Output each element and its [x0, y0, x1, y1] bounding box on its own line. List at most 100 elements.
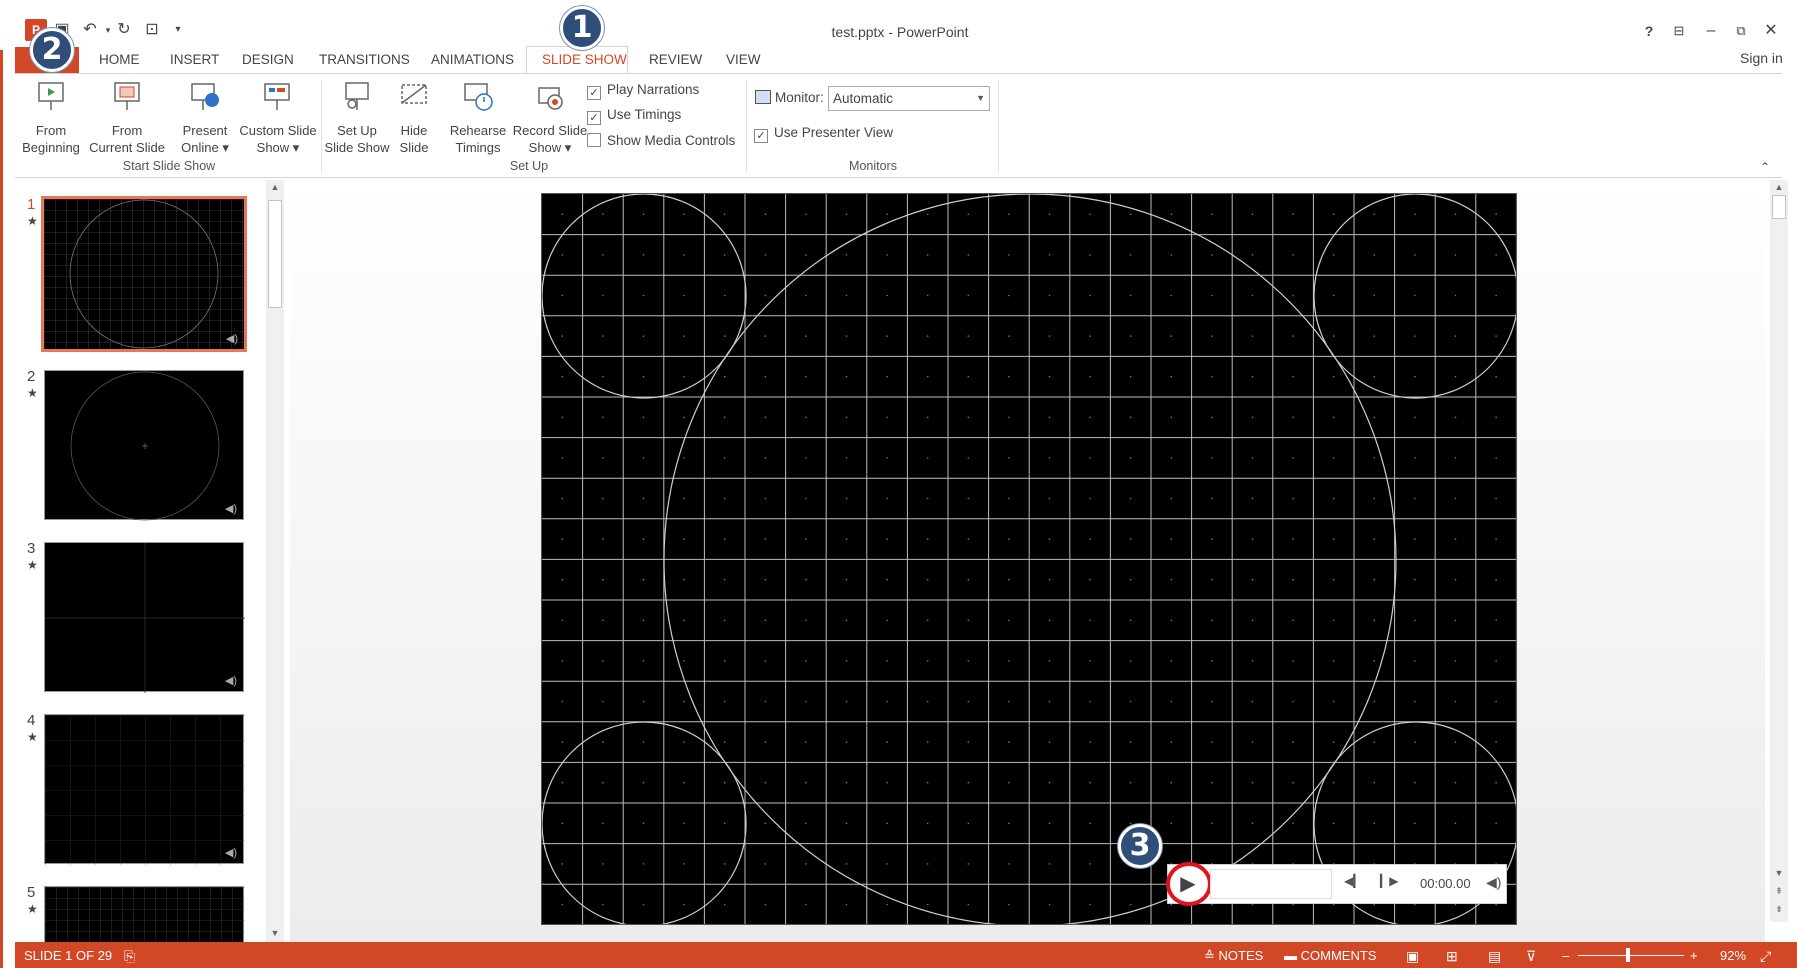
from-current-slide-button[interactable]: From Current Slide [86, 80, 168, 156]
animation-star-icon: ★ [27, 214, 38, 228]
fit-to-window-icon[interactable]: ⤢ [1760, 948, 1771, 965]
slide-thumbnail-4[interactable]: ◀) [44, 714, 245, 865]
reading-view-icon[interactable]: ▤ [1488, 948, 1501, 965]
tab-design[interactable]: DESIGN [242, 52, 294, 67]
slide-thumbnail-5[interactable] [44, 886, 245, 943]
projector-screen-icon [38, 82, 64, 110]
use-presenter-view-checkbox[interactable]: ✓ Use Presenter View [754, 124, 893, 143]
custom-show-label-2: Show ▾ [256, 140, 300, 155]
undo-icon[interactable]: ↶ [80, 20, 100, 40]
record-slide-show-button[interactable]: Record Slide Show ▾ [510, 80, 590, 156]
help-button[interactable]: ? [1636, 20, 1662, 42]
from-current-label-1: From [111, 123, 143, 138]
start-from-beginning-qat-icon[interactable]: ⊡ [142, 20, 162, 40]
checkbox-checked-icon: ✓ [754, 129, 768, 143]
tab-view[interactable]: VIEW [726, 52, 761, 67]
slide-thumbnail-1[interactable]: ◀) [41, 196, 247, 352]
tab-home[interactable]: HOME [99, 52, 140, 67]
slide-counter: SLIDE 1 OF 29 [24, 948, 113, 963]
normal-view-icon[interactable]: ▣ [1406, 948, 1419, 965]
show-media-controls-checkbox[interactable]: Show Media Controls [587, 132, 735, 150]
media-progress-bar[interactable] [1210, 869, 1332, 899]
monitor-label: Monitor: [775, 90, 824, 105]
use-timings-checkbox[interactable]: ✓ Use Timings [587, 106, 682, 125]
slide-1-preview-graphic [44, 199, 244, 349]
rehearse-timings-button[interactable]: Rehearse Timings [446, 80, 510, 156]
group-separator [321, 80, 322, 172]
media-forward-icon[interactable]: ▎▶ [1380, 874, 1398, 888]
tab-transitions[interactable]: TRANSITIONS [319, 52, 410, 67]
thumbnail-number: 2 [27, 368, 36, 385]
zoom-in-icon[interactable]: + [1690, 948, 1698, 963]
set-up-slide-show-button[interactable]: Set Up Slide Show [324, 80, 390, 156]
present-online-button[interactable]: Present Online ▾ [174, 80, 236, 156]
comments-button[interactable]: ▬ COMMENTS [1284, 948, 1376, 963]
tab-slide-show[interactable]: SLIDE SHOW [542, 52, 627, 67]
present-online-label-2: Online ▾ [181, 140, 229, 155]
spell-check-icon[interactable]: ⎘ [124, 948, 135, 965]
slide-thumbnail-3[interactable]: ◀) [44, 542, 245, 693]
customize-qat-icon[interactable]: ▾ [168, 20, 188, 40]
animation-star-icon: ★ [27, 558, 38, 572]
notes-label: NOTES [1218, 948, 1264, 963]
hide-slide-button[interactable]: Hide Slide [392, 80, 436, 156]
slide-show-view-icon[interactable]: ⊽ [1526, 948, 1536, 965]
minimize-icon[interactable]: – [1698, 20, 1724, 42]
scroll-up-icon[interactable]: ▲ [1770, 182, 1788, 192]
slide-sorter-icon[interactable]: ⊞ [1446, 948, 1458, 965]
main-scrollbar[interactable] [1770, 180, 1788, 922]
custom-show-label-2-text: Show [256, 140, 290, 155]
collapse-ribbon-icon[interactable]: ⌃ [1760, 160, 1770, 174]
custom-show-label-1: Custom Slide [239, 123, 317, 138]
media-back-icon[interactable]: ◀▎ [1344, 874, 1362, 888]
play-narrations-checkbox[interactable]: ✓ Play Narrations [587, 81, 699, 100]
media-volume-icon[interactable]: ◀) [1486, 874, 1501, 891]
current-slide[interactable] [541, 193, 1517, 925]
close-icon[interactable]: ✕ [1758, 20, 1784, 42]
group-label-monitors: Monitors [849, 159, 897, 173]
present-online-label-2-text: Online [181, 140, 219, 155]
zoom-slider-track[interactable] [1578, 955, 1684, 956]
monitor-dropdown[interactable]: Automatic ▼ [828, 86, 990, 111]
redo-icon[interactable]: ↻ [114, 20, 134, 40]
hide-slide-icon [401, 84, 427, 104]
slide-3-preview-graphic [45, 543, 245, 693]
main-scrollbar-thumb[interactable] [1772, 195, 1786, 219]
callout-badge-2: 2 [30, 28, 74, 72]
slide-grid-graphic [542, 194, 1516, 924]
zoom-slider-thumb[interactable] [1626, 948, 1630, 962]
checkbox-unchecked-icon [587, 133, 601, 147]
set-up-label-2: Slide Show [324, 140, 390, 155]
show-media-controls-label: Show Media Controls [607, 133, 736, 148]
thumbnail-scrollbar-thumb[interactable] [268, 200, 282, 308]
tab-insert[interactable]: INSERT [170, 52, 219, 67]
callout-badge-3: 3 [1118, 824, 1162, 868]
scroll-down-icon[interactable]: ▼ [1770, 868, 1788, 878]
from-beginning-button[interactable]: From Beginning [18, 80, 84, 156]
scroll-up-icon[interactable]: ▲ [266, 182, 284, 192]
zoom-level[interactable]: 92% [1720, 948, 1746, 963]
thumbnail-number: 4 [27, 712, 36, 729]
notes-button[interactable]: ≙ NOTES [1204, 948, 1263, 964]
monitor-icon [755, 90, 771, 104]
tab-animations[interactable]: ANIMATIONS [431, 52, 514, 67]
restore-icon[interactable]: ⧉ [1728, 20, 1754, 42]
notes-icon: ≙ [1204, 948, 1215, 963]
custom-slide-show-button[interactable]: Custom Slide Show ▾ [236, 80, 320, 156]
scroll-down-icon[interactable]: ▼ [266, 928, 284, 938]
ribbon-display-options-icon[interactable]: ⊟ [1666, 20, 1692, 42]
comments-label: COMMENTS [1300, 948, 1377, 963]
rehearse-timings-icon [464, 83, 493, 111]
monitor-dropdown-value: Automatic [833, 91, 894, 106]
speaker-icon: ◀) [224, 503, 237, 515]
speaker-icon: ◀) [224, 847, 237, 859]
next-slide-icon[interactable]: ⇟ [1770, 904, 1788, 915]
use-timings-label: Use Timings [607, 107, 682, 122]
slide-thumbnail-2[interactable]: ◀) [44, 370, 244, 521]
checkbox-checked-icon: ✓ [587, 111, 601, 125]
sign-in-link[interactable]: Sign in [1740, 50, 1783, 66]
previous-slide-icon[interactable]: ⇞ [1770, 886, 1788, 897]
chevron-down-icon: ▼ [976, 93, 985, 103]
zoom-out-icon[interactable]: – [1562, 948, 1569, 963]
tab-review[interactable]: REVIEW [649, 52, 702, 67]
